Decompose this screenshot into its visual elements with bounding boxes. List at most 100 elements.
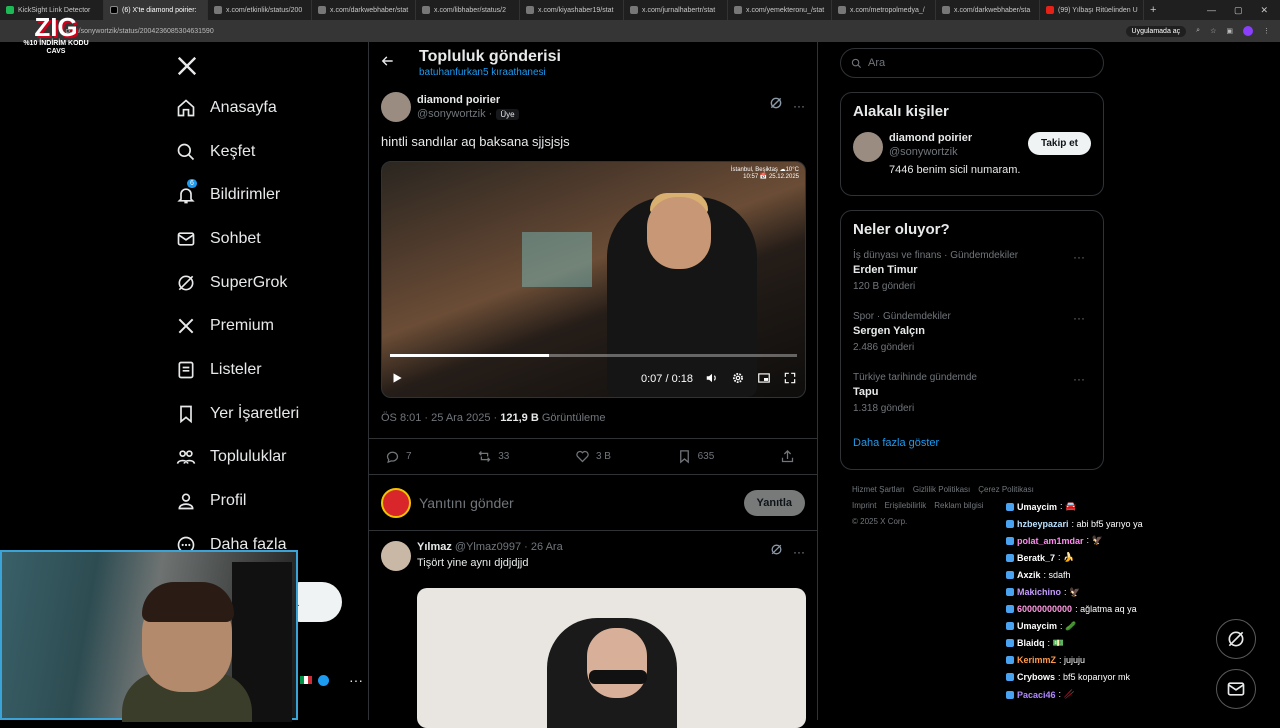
nav-item-premium[interactable]: Premium bbox=[170, 304, 360, 348]
x-favicon-icon bbox=[630, 6, 638, 14]
settings-icon[interactable] bbox=[731, 371, 745, 388]
fullscreen-icon[interactable] bbox=[783, 371, 797, 388]
tweet-time[interactable]: ÖS 8:01 · 25 Ara 2025 · bbox=[381, 412, 500, 424]
nav-user-badges[interactable]: ··· bbox=[300, 672, 363, 688]
author-handle[interactable]: @sonywortzik · bbox=[417, 108, 492, 120]
browser-tab[interactable]: x.com/darkwebhaber/stat bbox=[312, 0, 416, 20]
follow-button[interactable]: Takip et bbox=[1027, 132, 1091, 155]
trend-item[interactable]: Spor · Gündemdekiler Sergen Yalçın 2.486… bbox=[853, 311, 1091, 372]
nav-item-grok[interactable]: SuperGrok bbox=[170, 261, 360, 305]
close-icon[interactable]: ✕ bbox=[1260, 5, 1268, 16]
bookmark-action[interactable]: 635 bbox=[677, 449, 714, 464]
browser-tab[interactable]: x.com/darkwebhaber/sta bbox=[936, 0, 1040, 20]
person-handle[interactable]: @sonywortzik bbox=[889, 146, 1020, 158]
author-name[interactable]: diamond poirier bbox=[417, 94, 519, 106]
community-link[interactable]: batuhanfurkan5 kıraathanesi bbox=[419, 67, 561, 78]
more-options-icon[interactable]: ··· bbox=[1073, 372, 1085, 386]
footer-link[interactable]: Erişilebilirlik bbox=[884, 501, 926, 510]
tweet-author: diamond poirier @sonywortzik · Üye ··· bbox=[369, 84, 817, 122]
play-icon[interactable] bbox=[390, 371, 404, 388]
menu-dots-icon[interactable]: ⋮ bbox=[1263, 27, 1270, 35]
like-action[interactable]: 3 B bbox=[575, 449, 611, 464]
open-in-app-chip[interactable]: Uygulamada aç bbox=[1125, 25, 1187, 37]
nav-item-lists[interactable]: Listeler bbox=[170, 348, 360, 392]
nav-item-notifications[interactable]: 6 Bildirimler bbox=[170, 173, 360, 217]
bookmark-star-icon[interactable]: ☆ bbox=[1210, 27, 1216, 35]
browser-tab[interactable]: x.com/metropolmedya_/ bbox=[832, 0, 936, 20]
footer-link[interactable]: Hizmet Şartları bbox=[852, 485, 905, 494]
grok-fab[interactable] bbox=[1216, 619, 1256, 659]
sponsor-code: CAVS bbox=[46, 48, 66, 55]
reply-input[interactable]: Yanıtını gönder bbox=[419, 495, 514, 511]
footer-link[interactable]: Gizlilik Politikası bbox=[913, 485, 970, 494]
nav-item-bookmarks[interactable]: Yer İşaretleri bbox=[170, 392, 360, 436]
chat-line: Axzik: sdafh bbox=[1006, 566, 1206, 583]
chat-line: Pacaci46: 🥢 bbox=[1006, 686, 1206, 703]
reply-action[interactable]: 7 bbox=[385, 449, 412, 464]
own-avatar[interactable] bbox=[381, 487, 411, 518]
reply-author-name[interactable]: Yılmaz bbox=[417, 541, 452, 553]
trend-item[interactable]: İş dünyası ve finans · Gündemdekiler Erd… bbox=[853, 250, 1091, 311]
more-options-icon[interactable]: ··· bbox=[793, 545, 805, 559]
more-options-icon[interactable]: ··· bbox=[1073, 250, 1085, 264]
browser-tab-active[interactable]: (6) X'te diamond poirier: bbox=[104, 0, 208, 20]
grok-icon[interactable] bbox=[770, 543, 783, 561]
browser-tab[interactable]: x.com/jurnalhabertr/stat bbox=[624, 0, 728, 20]
zoom-icon[interactable]: ⌕ bbox=[1196, 27, 1200, 35]
footer-link[interactable]: Çerez Politikası bbox=[978, 485, 1034, 494]
profile-icon[interactable] bbox=[1243, 26, 1253, 36]
more-options-icon[interactable]: ··· bbox=[793, 99, 805, 113]
footer-link[interactable]: Imprint bbox=[852, 501, 876, 510]
reply-author-meta[interactable]: @Ylmaz0997 · 26 Ara bbox=[455, 541, 563, 553]
avatar[interactable] bbox=[381, 92, 411, 122]
video-time: 0:07 / 0:18 bbox=[641, 373, 693, 385]
new-tab-icon[interactable]: + bbox=[1150, 4, 1156, 16]
related-person[interactable]: diamond poirier @sonywortzik 7446 benim … bbox=[853, 132, 1091, 176]
video-player[interactable]: İstanbul, Beşiktaş ☁10°C 10:57 📅 25.12.2… bbox=[381, 161, 806, 398]
show-more-link[interactable]: Daha fazla göster bbox=[853, 433, 1091, 453]
person-name[interactable]: diamond poirier bbox=[889, 132, 1020, 144]
volume-icon[interactable] bbox=[705, 371, 719, 388]
chat-badge-icon bbox=[1006, 570, 1014, 579]
trend-item[interactable]: Türkiye tarihinde gündemde Tapu 1.318 gö… bbox=[853, 372, 1091, 433]
messages-fab[interactable] bbox=[1216, 669, 1256, 709]
browser-tab[interactable]: x.com/etkinlik/status/200 bbox=[208, 0, 312, 20]
extensions-icon[interactable]: ▣ bbox=[1226, 27, 1233, 35]
browser-tab[interactable]: x.com/kiyashaber19/stat bbox=[520, 0, 624, 20]
nav-item-profile[interactable]: Profil bbox=[170, 479, 360, 523]
avatar[interactable] bbox=[853, 132, 883, 162]
trend-name: Erden Timur bbox=[853, 264, 918, 276]
grok-icon[interactable] bbox=[769, 96, 783, 115]
browser-tab[interactable]: x.com/libhaber/status/2 bbox=[416, 0, 520, 20]
reply-image[interactable] bbox=[417, 588, 806, 728]
x-favicon-icon bbox=[942, 6, 950, 14]
search-icon bbox=[851, 58, 862, 68]
video-stamp-date: 10:57 📅 25.12.2025 bbox=[743, 174, 799, 180]
right-sidebar: Ara Alakalı kişiler diamond poirier @son… bbox=[840, 42, 1104, 530]
video-progress-bar[interactable] bbox=[390, 354, 797, 357]
nav-item-home[interactable]: Anasayfa bbox=[170, 86, 360, 130]
more-options-icon[interactable]: ··· bbox=[1073, 311, 1085, 325]
repost-action[interactable]: 33 bbox=[477, 449, 509, 464]
related-people-card: Alakalı kişiler diamond poirier @sonywor… bbox=[840, 92, 1104, 196]
back-arrow-icon[interactable] bbox=[381, 54, 395, 73]
minimize-icon[interactable]: — bbox=[1207, 5, 1216, 16]
avatar[interactable] bbox=[381, 541, 411, 571]
picture-in-picture-icon[interactable] bbox=[757, 371, 771, 388]
search-input[interactable]: Ara bbox=[840, 48, 1104, 78]
browser-tab[interactable]: (99) Yılbaşı Ritüelinden U bbox=[1040, 0, 1144, 20]
repost-icon bbox=[478, 451, 491, 462]
nav-item-explore[interactable]: Keşfet bbox=[170, 130, 360, 174]
account-more-icon[interactable]: ··· bbox=[349, 672, 363, 688]
reply-tweet[interactable]: Yılmaz @Ylmaz0997 · 26 Ara Tişört yine a… bbox=[369, 531, 817, 571]
browser-tab[interactable]: x.com/yemekteronu_/stat bbox=[728, 0, 832, 20]
x-logo-icon[interactable] bbox=[170, 46, 360, 86]
nav-item-messages[interactable]: Sohbet bbox=[170, 217, 360, 261]
chat-badge-icon bbox=[1006, 690, 1014, 699]
footer-link[interactable]: Reklam bilgisi bbox=[934, 501, 983, 510]
maximize-icon[interactable]: ▢ bbox=[1234, 5, 1243, 16]
reply-button[interactable]: Yanıtla bbox=[743, 489, 805, 516]
share-action[interactable] bbox=[780, 449, 795, 464]
stream-chat: Umaycim: 🚘 hzbeypazari: abi bf5 yarıyo ya… bbox=[1006, 498, 1206, 703]
nav-item-communities[interactable]: Topluluklar bbox=[170, 436, 360, 480]
